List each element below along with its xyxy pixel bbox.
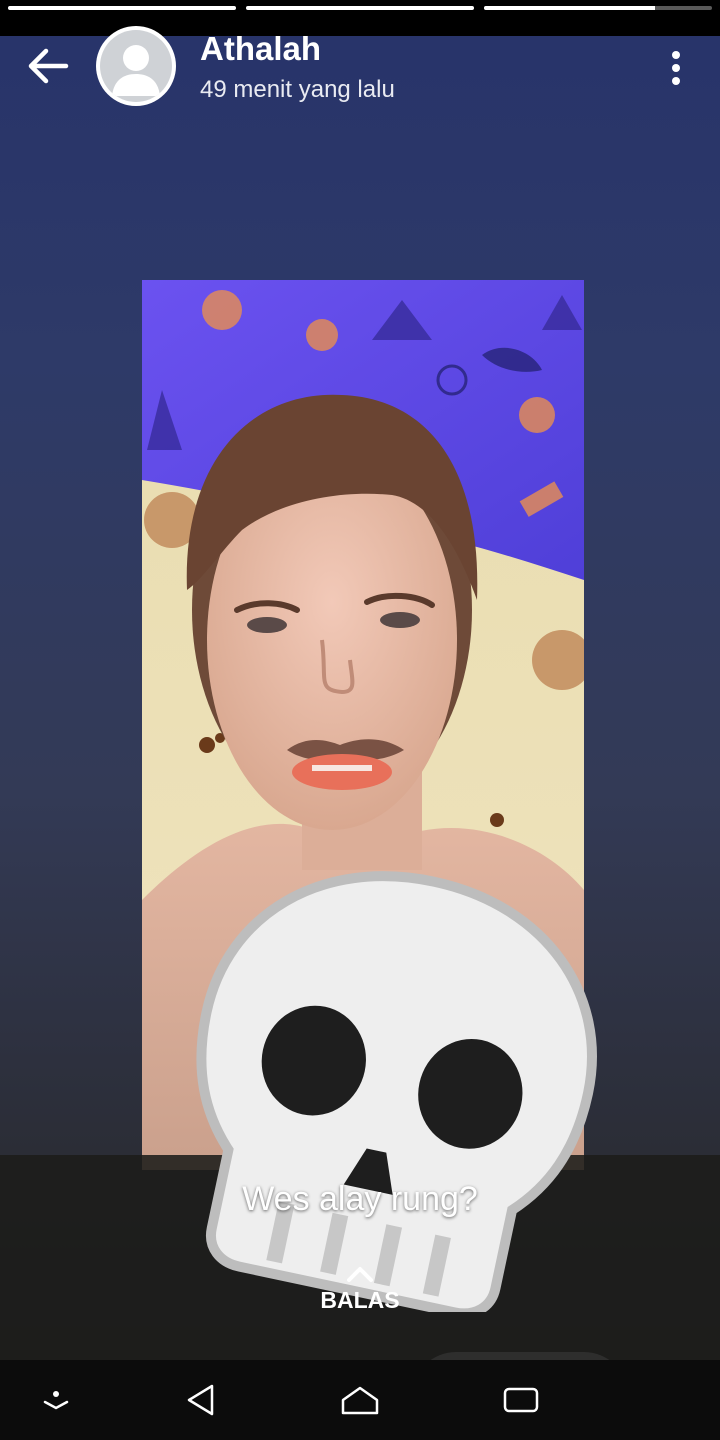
default-avatar-icon xyxy=(100,30,172,102)
story-progress-segment-2 xyxy=(246,6,474,10)
more-options-button[interactable] xyxy=(650,42,702,94)
nav-recents-button[interactable] xyxy=(495,1370,547,1430)
story-caption: Wes alay rung? xyxy=(242,1180,478,1218)
hide-keyboard-icon xyxy=(43,1391,69,1410)
avatar[interactable] xyxy=(96,26,176,106)
triangle-back-icon xyxy=(187,1384,214,1416)
story-viewer-screen: Athalah 49 menit yang lalu Wes alay rung… xyxy=(0,0,720,1440)
nav-home-button[interactable] xyxy=(336,1370,384,1430)
story-user-name[interactable]: Athalah xyxy=(200,30,321,68)
skull-sticker xyxy=(196,871,597,1312)
chevron-up-icon xyxy=(347,1267,373,1282)
home-icon xyxy=(341,1386,379,1415)
nav-back-button[interactable] xyxy=(175,1370,227,1430)
hide-keyboard-button[interactable] xyxy=(30,1370,82,1430)
more-vert-icon xyxy=(672,51,680,85)
story-header: Athalah 49 menit yang lalu xyxy=(0,24,720,114)
system-navigation-bar xyxy=(0,1360,720,1440)
story-timestamp: 49 menit yang lalu xyxy=(200,76,395,103)
back-button[interactable] xyxy=(18,38,78,94)
arrow-left-icon xyxy=(28,48,69,84)
story-progress-segment-1 xyxy=(8,6,236,10)
story-progress-segment-3 xyxy=(484,6,712,10)
reply-button[interactable]: BALAS xyxy=(300,1265,420,1335)
reply-label: BALAS xyxy=(320,1287,400,1313)
recents-icon xyxy=(503,1387,539,1413)
